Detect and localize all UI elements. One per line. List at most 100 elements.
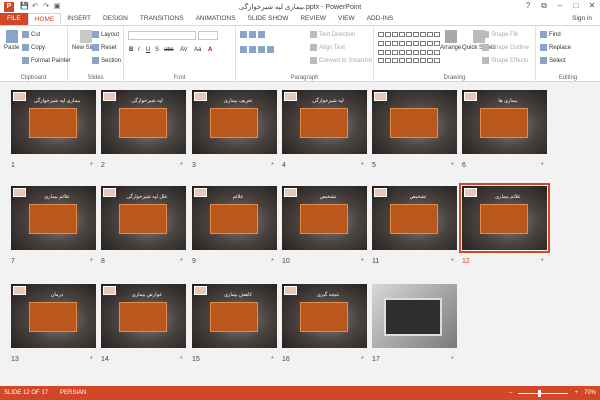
language-indicator[interactable]: PERSIAN xyxy=(60,390,86,396)
slide-thumbnail[interactable]: تشخیص xyxy=(372,186,457,250)
tab-home[interactable]: HOME xyxy=(27,13,62,25)
help-icon[interactable]: ? xyxy=(520,0,536,12)
transition-star-icon[interactable]: * xyxy=(271,258,274,265)
reset-button[interactable]: Reset xyxy=(92,44,117,51)
transition-star-icon[interactable]: * xyxy=(90,356,93,363)
select-button[interactable]: Select xyxy=(540,57,566,64)
maximize-button[interactable]: □ xyxy=(568,0,584,12)
bullets-icon xyxy=(240,31,247,38)
slide-thumbnail[interactable]: علائم بیماری xyxy=(459,183,550,253)
tab-insert[interactable]: INSERT xyxy=(61,13,97,25)
strikethrough-button[interactable]: abc xyxy=(164,47,174,53)
alignment-buttons[interactable] xyxy=(240,46,274,53)
minimize-button[interactable]: – xyxy=(552,0,568,12)
slide-thumbnail[interactable]: تعریف بیماری xyxy=(192,90,277,154)
slide-thumbnail[interactable]: کاهش بیماری xyxy=(192,284,277,348)
slide-thumbnail[interactable]: بیماری ها xyxy=(462,90,547,154)
bullets-button[interactable] xyxy=(240,31,265,38)
convert-smartart-button[interactable]: Convert to SmartArt xyxy=(310,57,372,64)
slide-thumbnail[interactable]: درمان xyxy=(11,284,96,348)
slide-image xyxy=(284,92,297,101)
zoom-out-button[interactable]: – xyxy=(509,390,512,396)
slide-thumbnail[interactable]: تشخیص xyxy=(282,186,367,250)
slide-thumbnail[interactable]: علائم xyxy=(192,186,277,250)
character-spacing-button[interactable]: AV xyxy=(180,47,188,53)
slide-thumbnail[interactable]: عوارض بیماری xyxy=(101,284,186,348)
transition-star-icon[interactable]: * xyxy=(180,258,183,265)
close-button[interactable]: ✕ xyxy=(584,0,600,12)
underline-button[interactable]: U xyxy=(146,47,150,53)
tab-review[interactable]: REVIEW xyxy=(294,13,332,25)
transition-star-icon[interactable]: * xyxy=(180,356,183,363)
slide-thumbnail[interactable]: علل لپه شیرخوارگی xyxy=(101,186,186,250)
arrange-button[interactable]: Arrange xyxy=(440,30,461,51)
font-name-box[interactable] xyxy=(128,31,196,40)
slide-number: 17 xyxy=(372,356,380,363)
transition-star-icon[interactable]: * xyxy=(361,162,364,169)
ribbon-display-icon[interactable]: ⧉ xyxy=(536,0,552,12)
layout-button[interactable]: Layout xyxy=(92,31,119,38)
window-controls: ? ⧉ – □ ✕ xyxy=(520,0,600,12)
slide-title: تعریف بیماری xyxy=(223,98,253,104)
transition-star-icon[interactable]: * xyxy=(541,162,544,169)
cut-button[interactable]: Cut xyxy=(22,31,40,38)
slide-thumbnail[interactable]: نتیجه گیری xyxy=(282,284,367,348)
shape-outline-button[interactable]: Shape Outline xyxy=(482,44,529,51)
transition-star-icon[interactable]: * xyxy=(90,162,93,169)
tab-view[interactable]: VIEW xyxy=(332,13,361,25)
tab-file[interactable]: FILE xyxy=(0,13,28,25)
zoom-slider[interactable] xyxy=(518,389,569,397)
transition-star-icon[interactable]: * xyxy=(451,258,454,265)
slide-number: 13 xyxy=(11,356,19,363)
paste-button[interactable]: Paste xyxy=(4,30,19,51)
transition-star-icon[interactable]: * xyxy=(541,258,544,265)
zoom-in-button[interactable]: + xyxy=(574,390,578,396)
sign-in-link[interactable]: Sign in xyxy=(572,13,592,25)
window-title: بیماری لپه شیرخوارگی.pptx - PowerPoint xyxy=(238,3,362,11)
slide-thumbnail[interactable]: لپه شیرخوارگی xyxy=(101,90,186,154)
align-text-button[interactable]: Align Text xyxy=(310,44,345,51)
tab-add-ins[interactable]: ADD-INS xyxy=(361,13,400,25)
slide-thumbnail[interactable]: لپه شیرخوارگی xyxy=(282,90,367,154)
zoom-level[interactable]: 70% xyxy=(584,390,596,396)
transition-star-icon[interactable]: * xyxy=(180,162,183,169)
text-direction-button[interactable]: Text Direction xyxy=(310,31,355,38)
find-button[interactable]: Find xyxy=(540,31,561,38)
shapes-gallery[interactable] xyxy=(378,32,440,66)
tab-animations[interactable]: ANIMATIONS xyxy=(190,13,242,25)
transition-star-icon[interactable]: * xyxy=(90,258,93,265)
redo-icon[interactable]: ↷ xyxy=(42,3,50,11)
transition-star-icon[interactable]: * xyxy=(361,258,364,265)
tab-transitions[interactable]: TRANSITIONS xyxy=(134,13,190,25)
slide-thumbnail[interactable]: علائم بیماری xyxy=(11,186,96,250)
slide-thumbnail[interactable] xyxy=(372,90,457,154)
copy-button[interactable]: Copy xyxy=(22,44,45,51)
section-button[interactable]: Section xyxy=(92,57,121,64)
tab-design[interactable]: DESIGN xyxy=(97,13,134,25)
clipboard-group: Paste Cut Copy Format Painter Clipboard xyxy=(0,26,71,82)
shape-fill-button[interactable]: Shape Fill xyxy=(482,31,518,38)
slide-thumbnail[interactable]: بیماری لپه شیرخوارگی xyxy=(11,90,96,154)
transition-star-icon[interactable]: * xyxy=(451,162,454,169)
transition-star-icon[interactable]: * xyxy=(271,356,274,363)
transition-star-icon[interactable]: * xyxy=(361,356,364,363)
content-box xyxy=(390,204,438,234)
slide-thumbnail[interactable] xyxy=(372,284,457,348)
transition-star-icon[interactable]: * xyxy=(271,162,274,169)
start-slideshow-icon[interactable]: ▣ xyxy=(53,3,61,11)
drawing-label: Drawing xyxy=(443,75,466,81)
format-painter-button[interactable]: Format Painter xyxy=(22,57,71,64)
shape-effects-button[interactable]: Shape Effects xyxy=(482,57,528,64)
font-size-box[interactable] xyxy=(198,31,218,40)
slide-title: نتیجه گیری xyxy=(316,292,340,298)
bold-button[interactable]: B xyxy=(129,47,133,53)
change-case-button[interactable]: Aa xyxy=(194,47,201,53)
tab-slide-show[interactable]: SLIDE SHOW xyxy=(242,13,295,25)
shadow-button[interactable]: S xyxy=(155,47,159,53)
italic-button[interactable]: I xyxy=(138,47,140,53)
save-icon[interactable]: 💾 xyxy=(20,3,29,11)
transition-star-icon[interactable]: * xyxy=(451,356,454,363)
replace-button[interactable]: Replace xyxy=(540,44,571,51)
undo-icon[interactable]: ↶ xyxy=(31,3,39,11)
font-color-button[interactable]: A xyxy=(208,47,212,53)
